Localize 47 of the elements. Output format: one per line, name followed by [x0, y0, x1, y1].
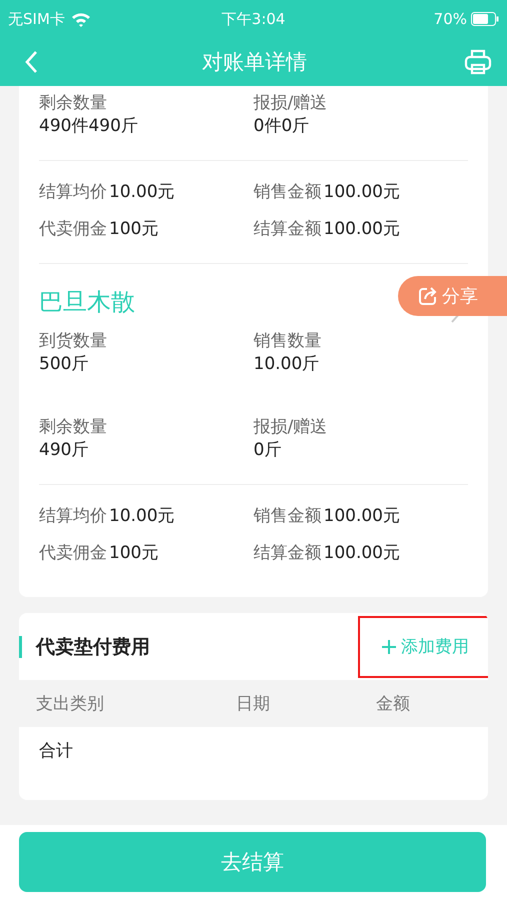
printer-icon[interactable]	[463, 47, 493, 77]
add-expense-button[interactable]: 添加费用	[358, 616, 488, 678]
field-value: 10.00元	[109, 181, 175, 204]
field-value: 100.00元	[324, 181, 400, 204]
field-label: 销售金额	[254, 181, 322, 204]
field-value: 10.00斤	[254, 353, 320, 376]
field-label: 剩余数量	[39, 416, 108, 439]
wifi-icon	[70, 12, 91, 26]
field-value: 100.00元	[324, 218, 400, 241]
carrier-text: 无SIM卡	[8, 10, 65, 28]
settle-button[interactable]: 去结算	[19, 832, 486, 892]
field-label: 结算均价	[39, 505, 107, 528]
field-value: 100.00元	[324, 542, 400, 565]
field-label: 到货数量	[39, 330, 108, 353]
product-name: 巴旦木散	[39, 288, 135, 316]
field-label: 结算均价	[39, 181, 107, 204]
column-header: 日期	[236, 693, 271, 715]
field-label: 销售金额	[254, 505, 322, 528]
column-header: 金额	[376, 693, 411, 715]
battery-percent: 70%	[434, 10, 467, 28]
field-label: 报损/赠送	[254, 416, 328, 439]
column-header: 支出类别	[36, 693, 105, 715]
field-value: 0斤	[254, 439, 282, 462]
field-value: 490斤	[39, 439, 90, 462]
field-value: 100.00元	[324, 505, 400, 528]
back-icon	[24, 50, 38, 74]
field-label: 剩余数量	[39, 92, 108, 115]
field-label: 代卖佣金	[39, 542, 107, 565]
field-value: 500斤	[39, 353, 90, 376]
share-icon	[418, 286, 438, 306]
field-value: 490件490斤	[39, 115, 139, 138]
plus-icon	[381, 638, 397, 654]
section-title: 代卖垫付费用	[19, 636, 150, 658]
field-label: 报损/赠送	[254, 92, 328, 115]
field-value: 0件0斤	[254, 115, 310, 138]
page-title: 对账单详情	[202, 49, 307, 76]
clock-text: 下午3:04	[222, 10, 286, 28]
battery-icon	[471, 12, 499, 26]
field-value: 10.00元	[109, 505, 175, 528]
field-label: 结算金额	[254, 542, 322, 565]
field-label: 代卖佣金	[39, 218, 107, 241]
field-value: 100元	[109, 542, 158, 565]
share-button[interactable]: 分享	[398, 276, 507, 316]
total-label: 合计	[39, 741, 73, 761]
field-label: 销售数量	[254, 330, 322, 353]
field-label: 结算金额	[254, 218, 322, 241]
field-value: 100元	[109, 218, 158, 241]
